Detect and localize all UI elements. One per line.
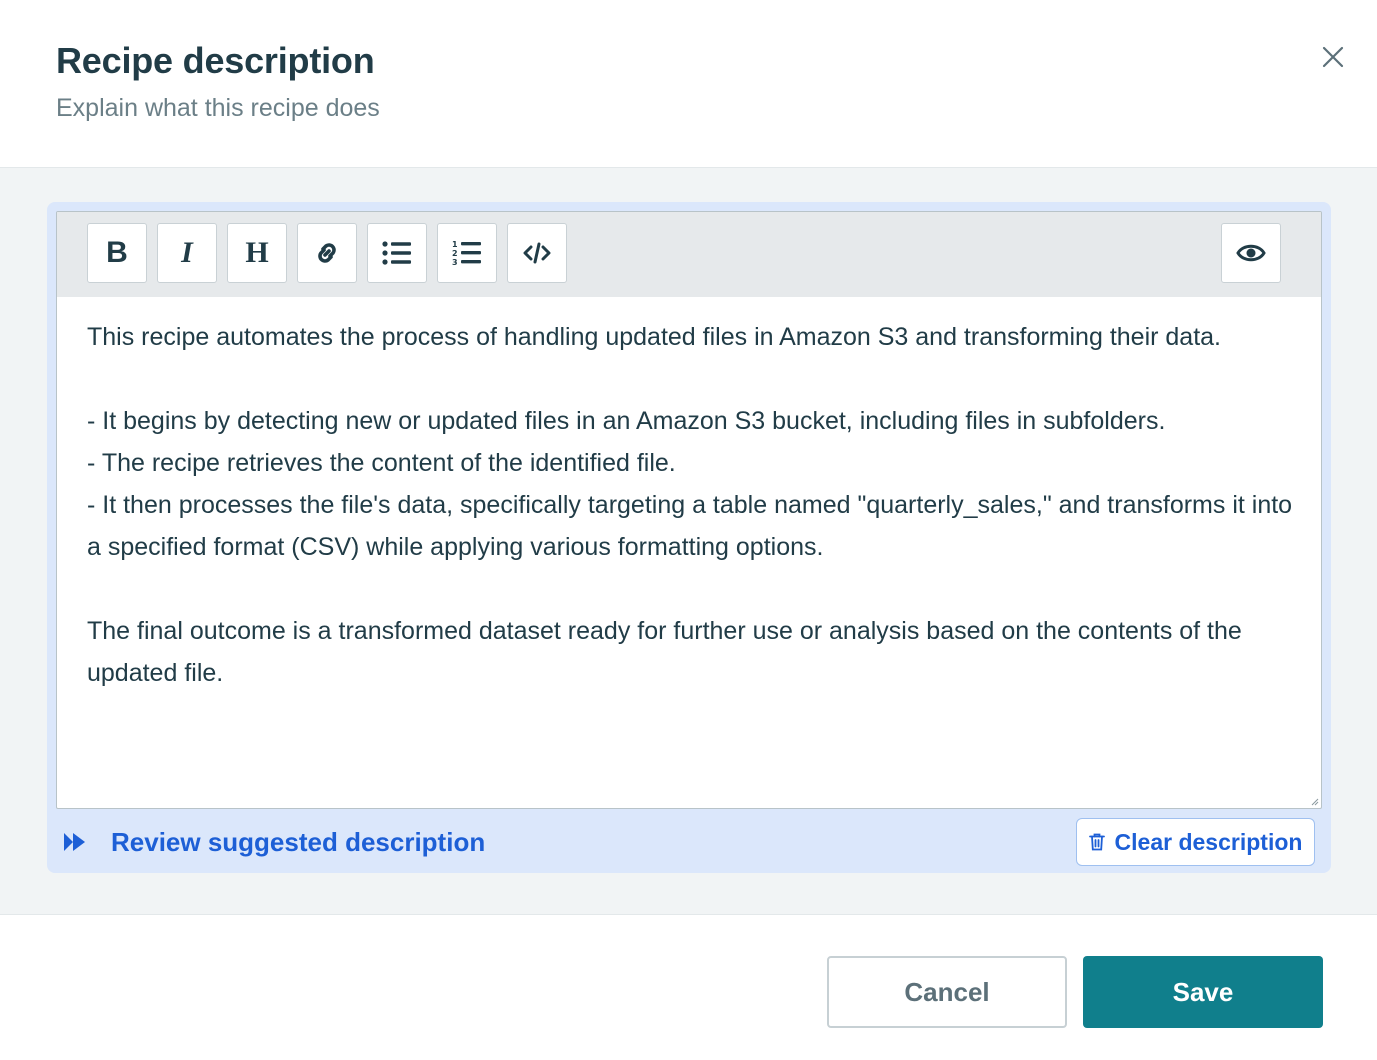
numbered-list-button[interactable]: 1 2 3 xyxy=(437,223,497,283)
bullet-list-button[interactable] xyxy=(367,223,427,283)
italic-icon: I xyxy=(181,236,193,269)
numbered-list-icon: 1 2 3 xyxy=(452,240,481,267)
bold-button[interactable]: B xyxy=(87,223,147,283)
description-text[interactable]: This recipe automates the process of han… xyxy=(87,316,1297,694)
link-icon xyxy=(318,243,336,263)
close-button[interactable] xyxy=(1316,40,1350,74)
clear-description-label: Clear description xyxy=(1114,828,1303,855)
bullet-list-icon xyxy=(382,241,411,265)
description-paragraph: This recipe automates the process of han… xyxy=(87,323,1221,351)
italic-button[interactable]: I xyxy=(157,223,217,283)
description-paragraph xyxy=(87,568,1297,610)
svg-text:1: 1 xyxy=(452,240,458,249)
dialog-header: Recipe description Explain what this rec… xyxy=(0,0,1377,168)
description-paragraph: - The recipe retrieves the content of th… xyxy=(87,449,676,477)
cancel-button[interactable]: Cancel xyxy=(827,956,1067,1028)
link-button[interactable] xyxy=(297,223,357,283)
editor-toolbar: B I H 1 2 3 xyxy=(57,212,1321,297)
svg-text:3: 3 xyxy=(452,258,458,267)
markdown-editor[interactable]: B I H 1 2 3 This recipe automates the pr… xyxy=(56,211,1322,809)
resize-handle-icon[interactable] xyxy=(1311,798,1319,806)
eye-icon xyxy=(1236,244,1266,262)
save-button[interactable]: Save xyxy=(1083,956,1323,1028)
assist-bar: Review suggested description Clear descr… xyxy=(47,809,1331,873)
preview-button[interactable] xyxy=(1221,223,1281,283)
heading-button[interactable]: H xyxy=(227,223,287,283)
svg-text:2: 2 xyxy=(452,249,458,258)
description-editor-card: B I H 1 2 3 This recipe automates the pr… xyxy=(47,202,1331,873)
clear-description-button[interactable]: Clear description xyxy=(1076,818,1315,866)
description-paragraph: - It then processes the file's data, spe… xyxy=(87,491,1293,561)
dialog-subtitle: Explain what this recipe does xyxy=(56,94,380,122)
code-icon xyxy=(523,242,551,264)
close-icon xyxy=(1322,46,1344,68)
description-paragraph: The final outcome is a transformed datas… xyxy=(87,617,1242,687)
trash-icon xyxy=(1088,833,1105,851)
heading-icon: H xyxy=(245,236,269,269)
review-suggested-description-link[interactable]: Review suggested description xyxy=(63,825,485,859)
dialog-title: Recipe description xyxy=(56,40,375,81)
review-suggested-description-label: Review suggested description xyxy=(111,826,486,857)
description-paragraph: - It begins by detecting new or updated … xyxy=(87,407,1166,435)
dialog-body: B I H 1 2 3 This recipe automates the pr… xyxy=(0,168,1377,915)
description-paragraph xyxy=(87,358,1297,400)
double-chevron-icon xyxy=(64,833,85,851)
code-button[interactable] xyxy=(507,223,567,283)
bold-icon: B xyxy=(106,236,128,269)
